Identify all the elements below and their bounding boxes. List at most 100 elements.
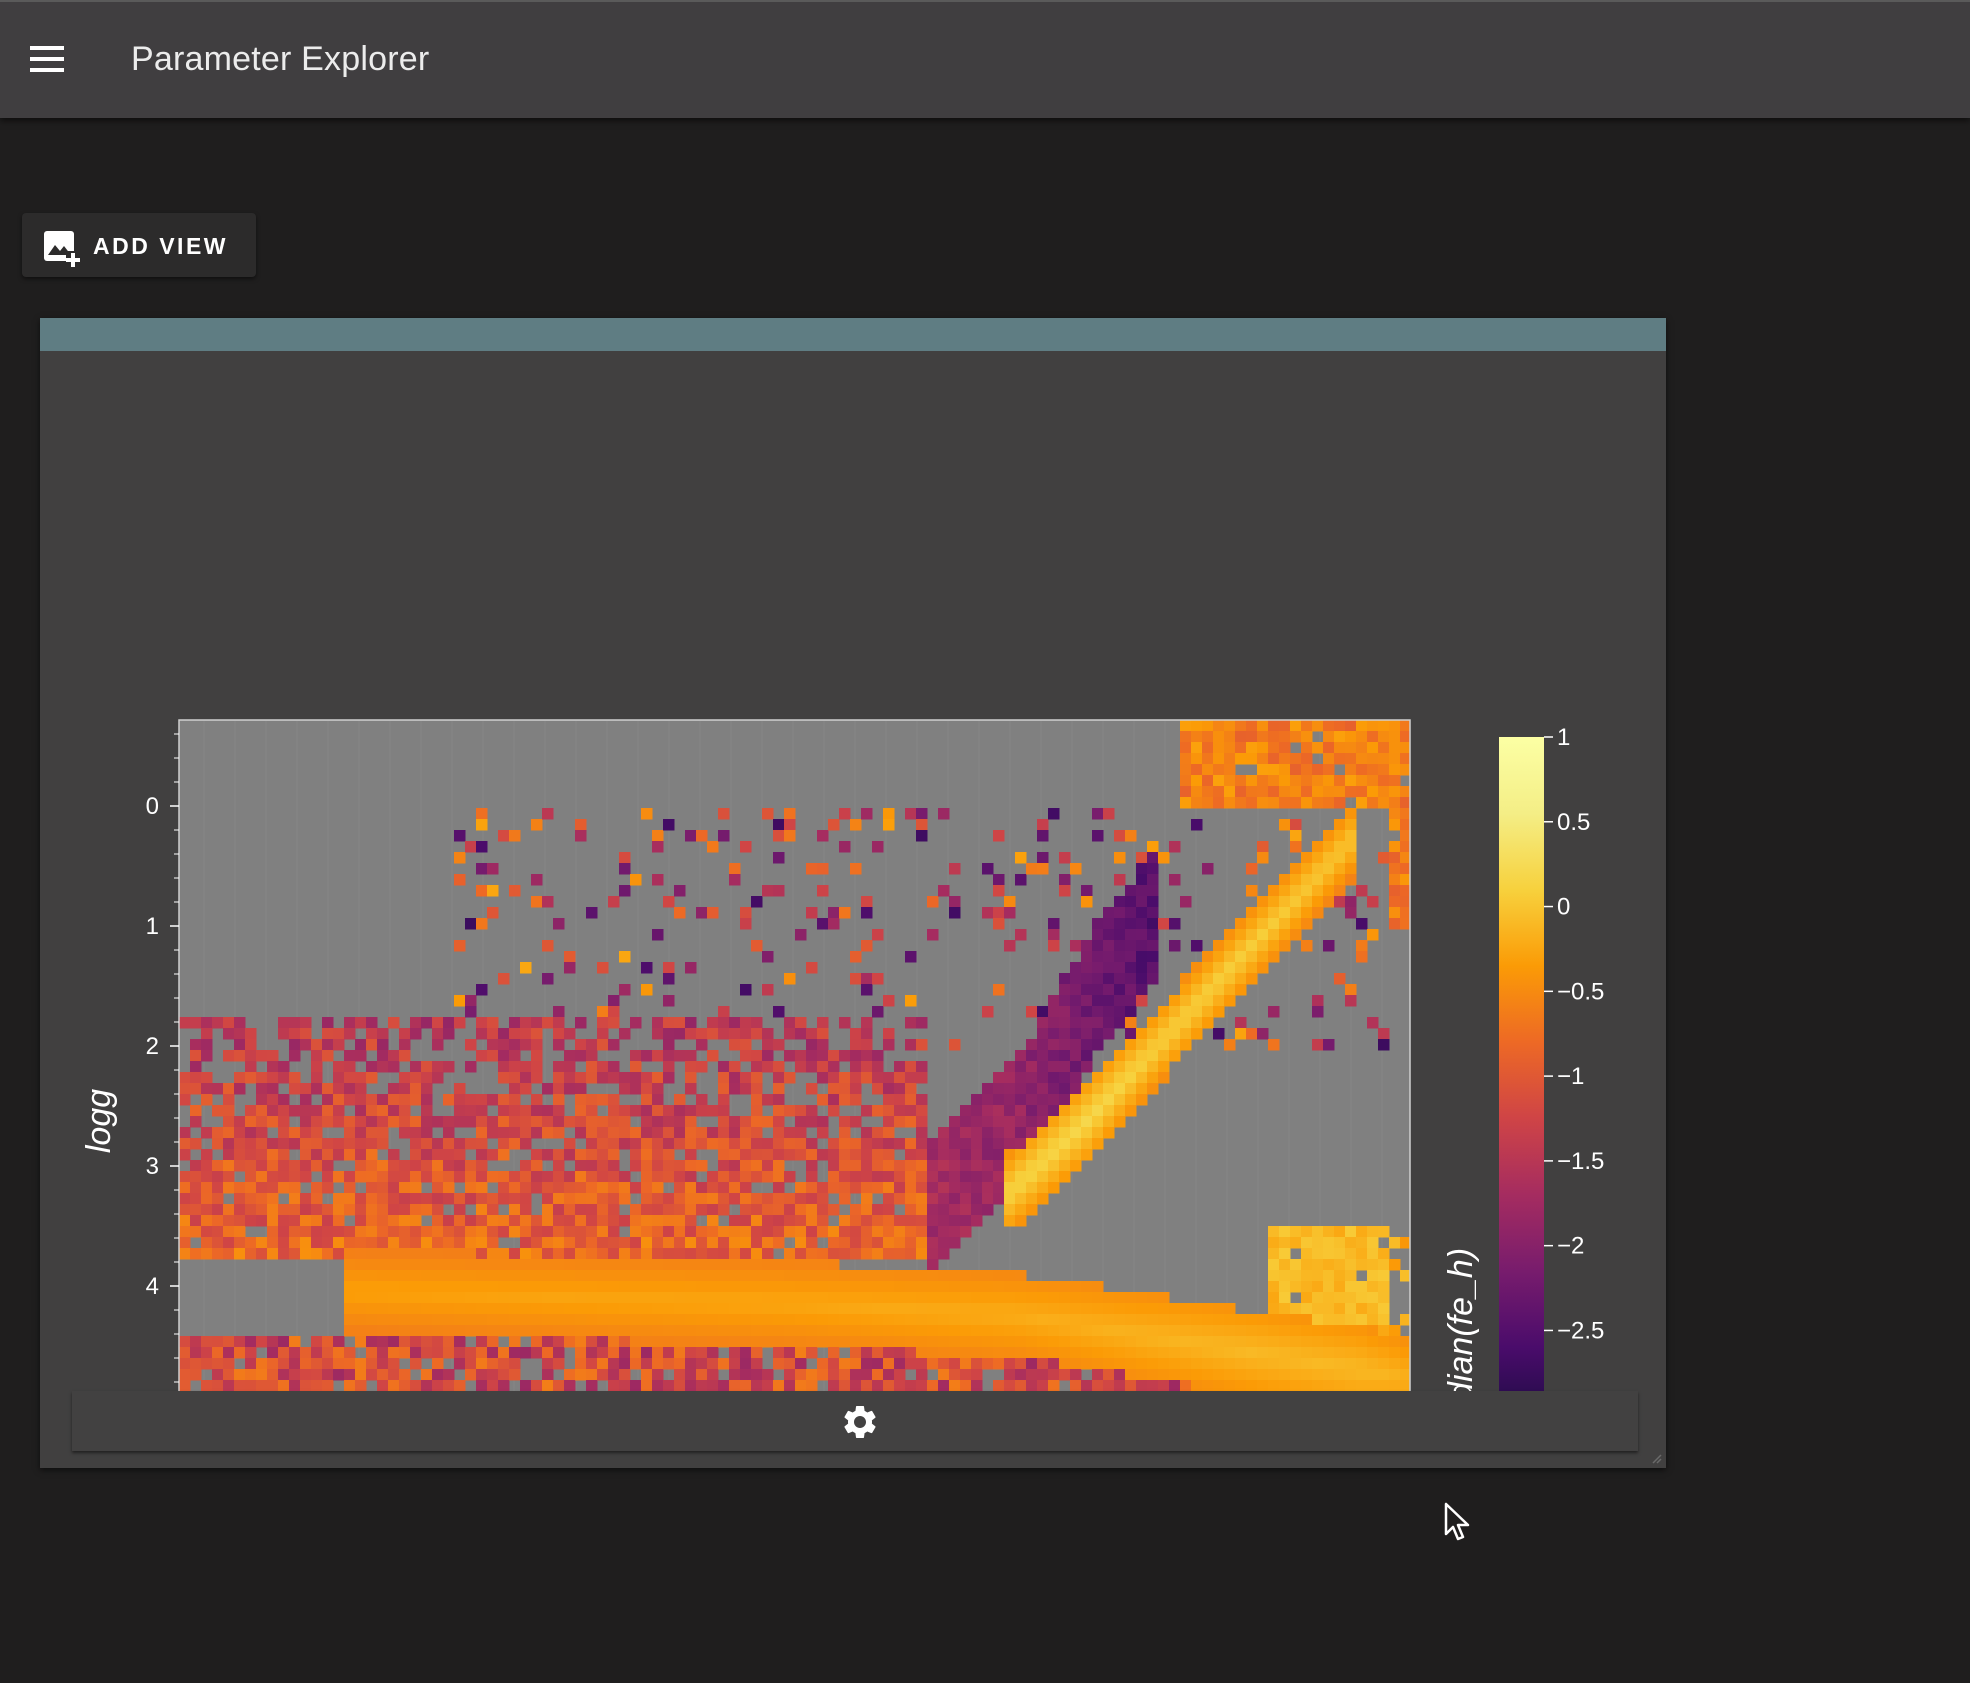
heatmap-cell xyxy=(586,1259,598,1271)
heatmap-cell xyxy=(432,1369,444,1381)
heatmap-cell xyxy=(960,1292,972,1304)
heatmap-chart[interactable]: 8000700060005000400030002000012345tefflo… xyxy=(40,351,1666,1391)
heatmap-cell xyxy=(223,1138,235,1150)
heatmap-cell xyxy=(762,1314,774,1326)
heatmap-cell xyxy=(861,1039,873,1051)
heatmap-cell xyxy=(1158,1325,1170,1337)
heatmap-cell xyxy=(663,819,675,831)
resize-handle[interactable] xyxy=(1650,1452,1662,1464)
heatmap-cell xyxy=(1191,1017,1203,1029)
heatmap-cell xyxy=(641,1182,653,1194)
heatmap-cell xyxy=(1059,1303,1071,1315)
heatmap-cell xyxy=(531,1237,543,1249)
heatmap-cell xyxy=(1092,1380,1104,1391)
heatmap-cell xyxy=(454,1160,466,1172)
heatmap-cell xyxy=(872,1336,884,1348)
heatmap-cell xyxy=(795,1314,807,1326)
heatmap-cell xyxy=(1015,929,1027,941)
heatmap-cell xyxy=(1367,786,1379,798)
heatmap-cell xyxy=(1004,1094,1016,1106)
heatmap-cell xyxy=(388,1347,400,1359)
heatmap-cell xyxy=(806,1314,818,1326)
heatmap-cell xyxy=(938,1358,950,1370)
heatmap-cell xyxy=(487,1347,499,1359)
heatmap-cell xyxy=(806,962,818,974)
heatmap-cell xyxy=(355,1039,367,1051)
heatmap-cell xyxy=(575,1259,587,1271)
heatmap-cell xyxy=(674,907,686,919)
heatmap-cell xyxy=(586,1061,598,1073)
heatmap-cell xyxy=(476,1237,488,1249)
heatmap-cell xyxy=(1323,731,1335,743)
heatmap-cell xyxy=(575,1358,587,1370)
heatmap-cell xyxy=(1169,1050,1181,1062)
heatmap-cell xyxy=(531,1347,543,1359)
heatmap-cell xyxy=(1312,1292,1324,1304)
heatmap-cell xyxy=(1345,1237,1357,1249)
heatmap-cell xyxy=(410,1347,422,1359)
heatmap-cell xyxy=(476,1358,488,1370)
heatmap-cell xyxy=(322,1358,334,1370)
heatmap-cell xyxy=(1037,819,1049,831)
heatmap-cell xyxy=(1202,1303,1214,1315)
heatmap-cell xyxy=(531,1248,543,1260)
heatmap-cell xyxy=(1081,1336,1093,1348)
heatmap-cell xyxy=(1026,1380,1038,1391)
heatmap-cell xyxy=(1081,995,1093,1007)
heatmap-cell xyxy=(465,1226,477,1238)
heatmap-cell xyxy=(1059,973,1071,985)
heatmap-cell xyxy=(1092,1083,1104,1095)
heatmap-cell xyxy=(388,1193,400,1205)
heatmap-cell xyxy=(751,1204,763,1216)
heatmap-cell xyxy=(1378,1248,1390,1260)
heatmap-cell xyxy=(707,1281,719,1293)
hamburger-menu-icon[interactable] xyxy=(30,46,70,76)
heatmap-cell xyxy=(729,1028,741,1040)
heatmap-cell xyxy=(883,1149,895,1161)
heatmap-cell xyxy=(212,1347,224,1359)
heatmap-cell xyxy=(960,1347,972,1359)
heatmap-cell xyxy=(938,1369,950,1381)
y-tick-label: 2 xyxy=(146,1033,159,1060)
heatmap-cell xyxy=(1389,874,1401,886)
heatmap-cell xyxy=(1235,1347,1247,1359)
heatmap-cell xyxy=(542,1149,554,1161)
heatmap-cell xyxy=(751,1149,763,1161)
heatmap-cell xyxy=(1334,742,1346,754)
heatmap-cell xyxy=(1136,1083,1148,1095)
heatmap-cell xyxy=(1015,1171,1027,1183)
heatmap-cell xyxy=(344,1116,356,1128)
heatmap-cell xyxy=(1202,962,1214,974)
heatmap-cell xyxy=(938,885,950,897)
view-drag-header[interactable] xyxy=(40,318,1666,351)
heatmap-cell xyxy=(432,1303,444,1315)
heatmap-cell xyxy=(828,1336,840,1348)
heatmap-cell xyxy=(938,1347,950,1359)
heatmap-cell xyxy=(949,1204,961,1216)
heatmap-cell xyxy=(531,1127,543,1139)
heatmap-cell xyxy=(388,1204,400,1216)
heatmap-cell xyxy=(773,830,785,842)
heatmap-cell xyxy=(982,1347,994,1359)
heatmap-cell xyxy=(234,1193,246,1205)
heatmap-cell xyxy=(520,1347,532,1359)
heatmap-cell xyxy=(377,1039,389,1051)
heatmap-cell xyxy=(586,1072,598,1084)
heatmap-cell xyxy=(1037,1127,1049,1139)
heatmap-cell xyxy=(520,1270,532,1282)
heatmap-cell xyxy=(1323,775,1335,787)
heatmap-cell xyxy=(1235,1336,1247,1348)
heatmap-cell xyxy=(388,1017,400,1029)
heatmap-cell xyxy=(399,1182,411,1194)
heatmap-cell xyxy=(1037,1303,1049,1315)
heatmap-cell xyxy=(542,1017,554,1029)
gear-icon[interactable] xyxy=(840,1402,880,1442)
heatmap-cell xyxy=(531,1160,543,1172)
heatmap-cell xyxy=(641,1072,653,1084)
heatmap-cell xyxy=(234,1017,246,1029)
heatmap-cell xyxy=(234,1237,246,1249)
heatmap-cell xyxy=(773,1039,785,1051)
add-view-button[interactable]: ADD VIEW xyxy=(22,213,256,277)
heatmap-cell xyxy=(476,1160,488,1172)
heatmap-cell xyxy=(696,1028,708,1040)
